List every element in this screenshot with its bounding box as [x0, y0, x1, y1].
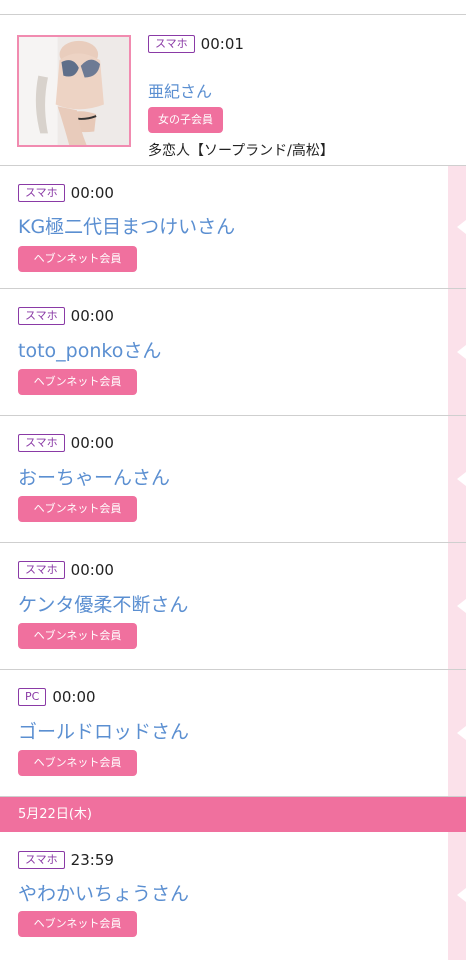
- entry-meta: スマホ 00:00: [18, 561, 114, 579]
- entry-meta: スマホ 00:00: [18, 434, 114, 452]
- list-item[interactable]: スマホ 00:00 KG極二代目まつけいさん ヘブンネット会員: [0, 166, 466, 289]
- heaven-member-badge: ヘブンネット会員: [18, 911, 137, 937]
- visitor-name-link[interactable]: やわかいちょうさん: [18, 879, 189, 906]
- side-strip: [448, 416, 466, 542]
- side-strip: [448, 670, 466, 796]
- post-time: 00:00: [70, 434, 114, 452]
- cast-photo[interactable]: [17, 35, 131, 147]
- device-badge: スマホ: [18, 851, 65, 869]
- device-badge: スマホ: [148, 35, 195, 53]
- featured-cast-entry[interactable]: スマホ 00:01 亜紀さん 女の子会員 多恋人【ソープランド/高松】: [0, 15, 466, 166]
- entry-meta: スマホ 23:59: [18, 851, 114, 869]
- top-divider: [0, 0, 466, 15]
- entry-meta: スマホ 00:00: [18, 184, 114, 202]
- post-time: 00:01: [200, 35, 244, 53]
- list-item[interactable]: スマホ 00:00 ケンタ優柔不断さん ヘブンネット会員: [0, 543, 466, 670]
- visitor-name-link[interactable]: KG極二代目まつけいさん: [18, 212, 235, 239]
- device-badge: スマホ: [18, 434, 65, 452]
- notch-icon: [457, 472, 466, 486]
- entry-meta: PC 00:00: [18, 688, 96, 706]
- list-item[interactable]: スマホ 00:00 toto_ponkoさん ヘブンネット会員: [0, 289, 466, 416]
- visitor-list: スマホ 00:00 KG極二代目まつけいさん ヘブンネット会員 スマホ 00:0…: [0, 166, 466, 960]
- visitor-name-link[interactable]: ケンタ優柔不断さん: [18, 590, 188, 617]
- girl-member-badge: 女の子会員: [148, 107, 223, 133]
- post-time: 00:00: [70, 307, 114, 325]
- notch-icon: [457, 599, 466, 613]
- visitor-name-link[interactable]: おーちゃーんさん: [18, 463, 170, 490]
- device-badge: スマホ: [18, 561, 65, 579]
- heaven-member-badge: ヘブンネット会員: [18, 623, 137, 649]
- post-time: 00:00: [52, 688, 96, 706]
- notch-icon: [457, 345, 466, 359]
- device-badge: PC: [18, 688, 47, 706]
- heaven-member-badge: ヘブンネット会員: [18, 369, 137, 395]
- side-strip: [448, 289, 466, 415]
- side-strip: [448, 543, 466, 669]
- visitor-name-link[interactable]: toto_ponkoさん: [18, 336, 161, 363]
- side-strip: [448, 832, 466, 960]
- cast-name-link[interactable]: 亜紀さん: [148, 78, 212, 102]
- list-item[interactable]: PC 00:00 ゴールドロッドさん ヘブンネット会員: [0, 670, 466, 797]
- visitor-name-link[interactable]: ゴールドロッドさん: [18, 717, 189, 744]
- featured-meta: スマホ 00:01: [148, 35, 244, 53]
- side-strip: [448, 166, 466, 288]
- heaven-member-badge: ヘブンネット会員: [18, 246, 137, 272]
- cast-photo-image: [19, 37, 129, 145]
- post-time: 00:00: [70, 184, 114, 202]
- date-header: 5月22日(木): [0, 797, 466, 832]
- heaven-member-badge: ヘブンネット会員: [18, 750, 137, 776]
- list-item[interactable]: スマホ 00:00 おーちゃーんさん ヘブンネット会員: [0, 416, 466, 543]
- device-badge: スマホ: [18, 184, 65, 202]
- list-item[interactable]: スマホ 23:59 やわかいちょうさん ヘブンネット会員: [0, 832, 466, 960]
- device-badge: スマホ: [18, 307, 65, 325]
- post-time: 00:00: [70, 561, 114, 579]
- heaven-member-badge: ヘブンネット会員: [18, 496, 137, 522]
- notch-icon: [457, 888, 466, 902]
- entry-meta: スマホ 00:00: [18, 307, 114, 325]
- post-time: 23:59: [70, 851, 114, 869]
- shop-name: 多恋人【ソープランド/高松】: [148, 143, 334, 159]
- notch-icon: [457, 726, 466, 740]
- notch-icon: [457, 220, 466, 234]
